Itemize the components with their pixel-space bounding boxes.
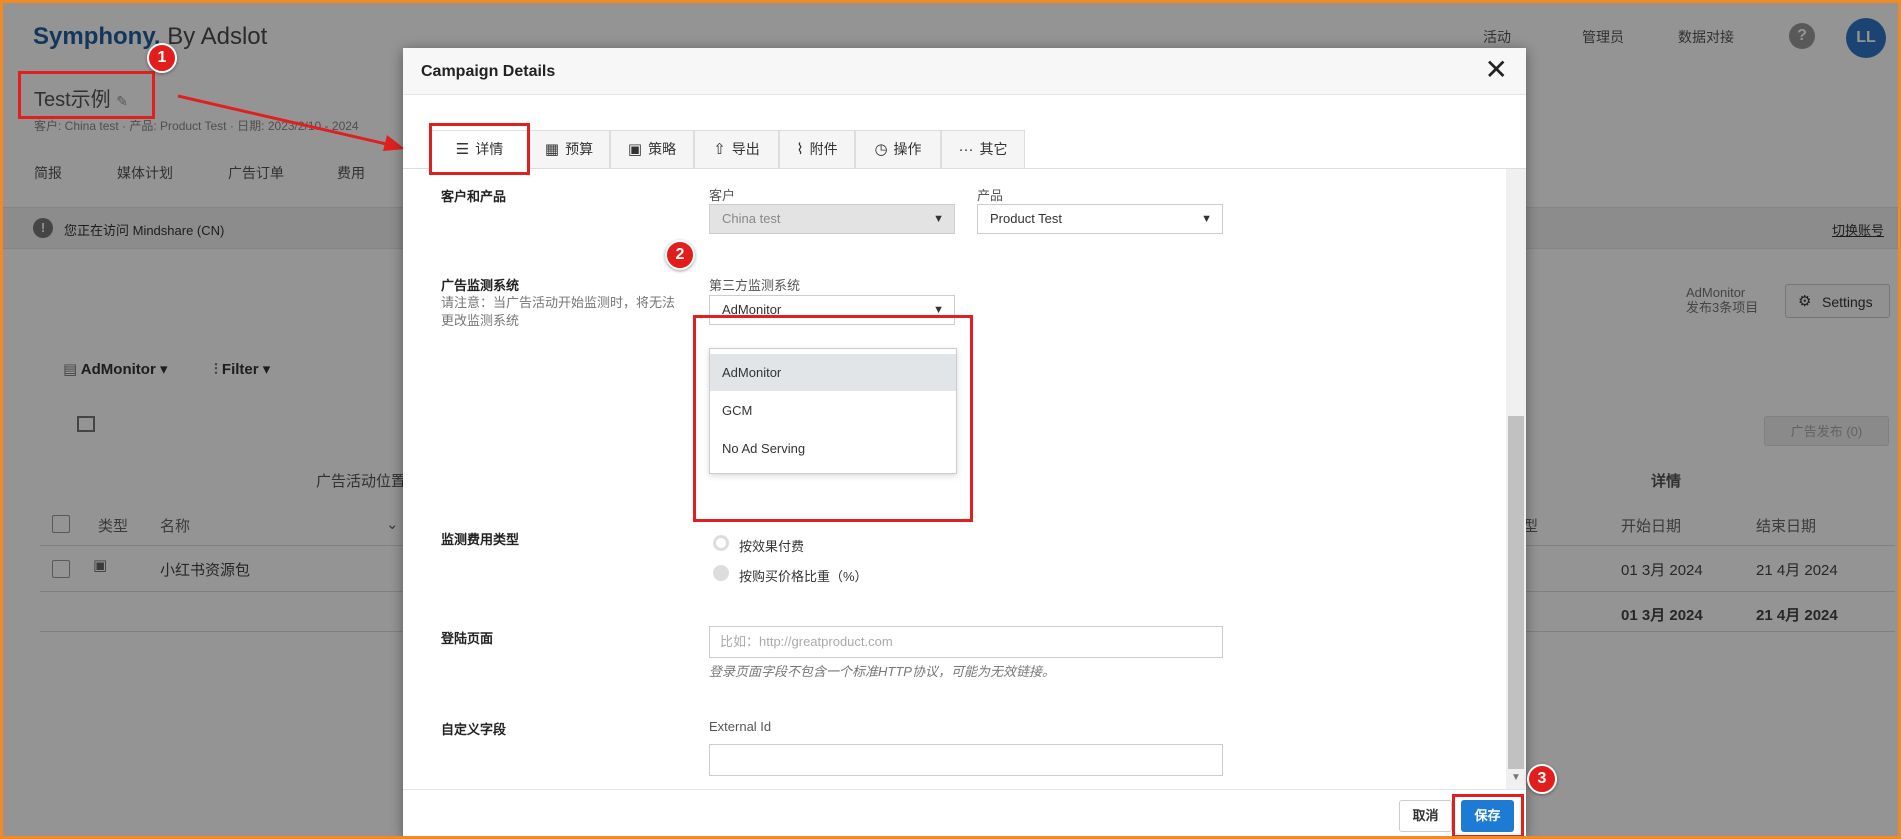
tab-highlight-box: [429, 123, 530, 175]
radio-performance-label: 按效果付费: [739, 539, 805, 554]
tab-budget[interactable]: ▦ 预算: [528, 130, 610, 168]
step-marker-1: 1: [147, 43, 177, 73]
modal-scrollbar[interactable]: ▼: [1506, 169, 1526, 789]
section-landing-page: 登陆页面: [441, 631, 494, 646]
step-marker-3: 3: [1527, 764, 1557, 794]
paperclip-icon: ⌇: [796, 141, 804, 158]
tab-operations[interactable]: ◷ 操作: [855, 130, 941, 168]
client-value: China test: [722, 211, 781, 226]
annotation-arrow: [177, 94, 405, 151]
tab-strategy-label: 策略: [648, 141, 677, 157]
external-id-input[interactable]: [709, 744, 1223, 776]
step-marker-2: 2: [665, 240, 695, 270]
external-id-label: External Id: [709, 719, 772, 734]
clock-icon: ◷: [874, 141, 888, 158]
modal-title: Campaign Details: [421, 63, 556, 80]
tab-operations-label: 操作: [893, 141, 922, 157]
modal-body[interactable]: 客户和产品 客户 产品 China test ▼ Product Test ▼ 广告…: [403, 169, 1526, 789]
export-icon: ⇧: [713, 141, 726, 158]
strategy-icon: ▣: [627, 141, 643, 158]
modal-header: Campaign Details ✕: [403, 48, 1526, 95]
dropdown-highlight-box: [693, 315, 973, 522]
tab-attachments-label: 附件: [809, 141, 838, 157]
tab-other-label: 其它: [979, 141, 1008, 157]
campaign-details-modal: Campaign Details ✕ ☰ 详情 ▦ 预算 ▣ 策略 ⇧ 导出 ⌇ 附件 ◷…: [403, 48, 1526, 836]
section-custom-fields: 自定义字段: [441, 722, 507, 737]
radio-button[interactable]: [713, 565, 729, 581]
tab-attachments[interactable]: ⌇ 附件: [779, 130, 855, 168]
modal-footer: 取消 保存: [403, 789, 1526, 836]
radio-button[interactable]: [713, 535, 729, 551]
tab-export-label: 导出: [731, 141, 760, 157]
client-select: China test ▼: [709, 204, 955, 234]
ad-monitoring-note: 请注意：当广告活动开始监测时，将无法更改监测系统: [441, 295, 676, 328]
section-client-product: 客户和产品: [441, 189, 507, 204]
save-button[interactable]: 保存: [1461, 800, 1514, 832]
caret-down-icon: ▼: [933, 213, 944, 225]
product-value: Product Test: [990, 211, 1063, 226]
tab-export[interactable]: ⇧ 导出: [694, 130, 779, 168]
third-party-label: 第三方监测系统: [709, 278, 801, 293]
title-highlight-box: [18, 71, 155, 119]
tab-strategy[interactable]: ▣ 策略: [610, 130, 694, 168]
radio-purchase-ratio[interactable]: 按购买价格比重（%）: [713, 565, 868, 585]
close-icon[interactable]: ✕: [1485, 56, 1508, 84]
screenshot-frame: Symphony. By Adslot 活动 管理员 数据对接 ? LL Tes…: [0, 0, 1901, 839]
section-fee-type: 监测费用类型: [441, 532, 520, 547]
tab-budget-label: 预算: [565, 141, 594, 157]
more-icon: ···: [958, 141, 974, 158]
radio-purchase-ratio-label: 按购买价格比重（%）: [739, 569, 868, 584]
product-label: 产品: [977, 188, 1004, 203]
scroll-down-icon[interactable]: ▼: [1511, 772, 1521, 783]
client-label: 客户: [709, 188, 736, 203]
landing-page-hint: 登录页面字段不包含一个标准HTTP协议，可能为无效链接。: [709, 664, 1055, 679]
landing-page-input[interactable]: 比如：http://greatproduct.com: [709, 626, 1223, 658]
radio-performance[interactable]: 按效果付费: [713, 535, 805, 555]
tab-other[interactable]: ··· 其它: [941, 130, 1025, 168]
cancel-button[interactable]: 取消: [1399, 800, 1452, 832]
section-ad-monitoring: 广告监测系统: [441, 278, 520, 293]
scroll-thumb[interactable]: [1508, 416, 1524, 769]
calculator-icon: ▦: [544, 141, 560, 158]
caret-down-icon: ▼: [1201, 213, 1212, 225]
product-select[interactable]: Product Test ▼: [977, 204, 1223, 234]
